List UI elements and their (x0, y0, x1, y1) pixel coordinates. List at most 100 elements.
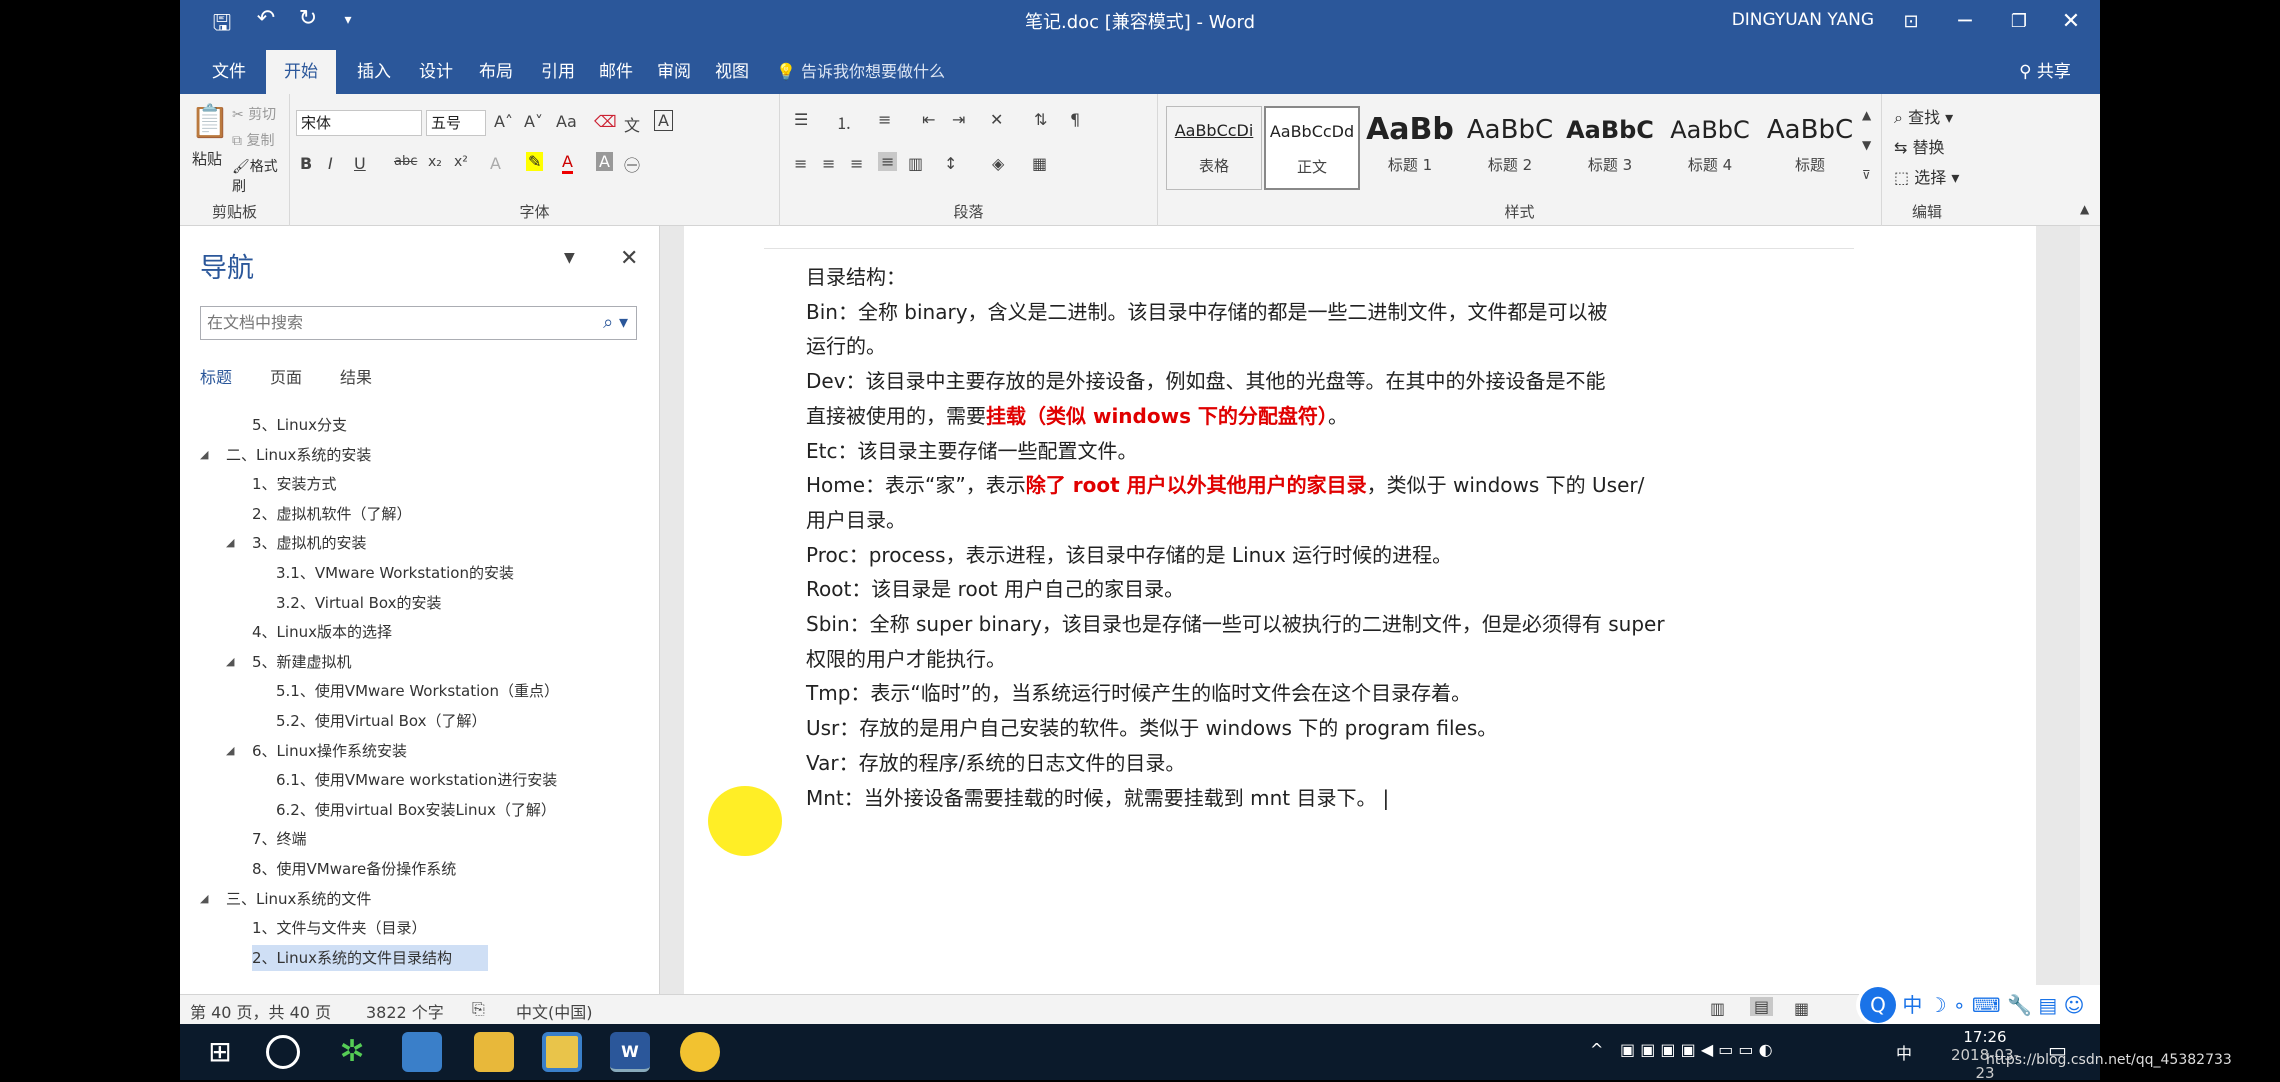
italic-icon[interactable]: I (328, 154, 333, 173)
punctuation-icon[interactable]: ∘ (1953, 993, 1966, 1017)
ftp-app-icon[interactable] (542, 1032, 582, 1072)
style-heading-3[interactable]: AaBbC 标题 3 (1562, 106, 1658, 190)
smile-icon[interactable]: ☺ (2064, 993, 2085, 1017)
chat-app-icon[interactable] (680, 1032, 720, 1072)
nav-item[interactable]: 2、虚拟机软件（了解） (252, 501, 412, 527)
text-effects-icon[interactable]: A (490, 154, 501, 173)
gear-app-icon[interactable]: ✲ (332, 1032, 372, 1072)
expand-triangle-icon[interactable]: ◢ (200, 886, 208, 912)
nav-item[interactable]: ◢ 3、虚拟机的安装 (226, 530, 367, 556)
char-shading-icon[interactable]: A (596, 152, 613, 171)
ime-mode-label[interactable]: 中 (1902, 993, 1922, 1017)
phonetic-guide-icon[interactable]: 文 (624, 112, 640, 136)
close-icon[interactable]: ✕ (2048, 4, 2094, 40)
nav-item[interactable]: 1、安装方式 (252, 471, 337, 497)
borders-icon[interactable]: ▦ (1032, 154, 1047, 173)
bullets-icon[interactable]: ☰ (794, 110, 808, 129)
read-mode-icon[interactable]: ▥ (1710, 999, 1725, 1018)
highlight-icon[interactable]: ✎ (526, 152, 544, 171)
nav-item[interactable]: 6.1、使用VMware workstation进行安装 (276, 767, 557, 793)
chinese-layout-icon[interactable]: ✕ (990, 110, 1003, 129)
line-spacing-icon[interactable]: ↕ (944, 154, 957, 173)
clock-app-icon[interactable] (266, 1035, 300, 1069)
show-marks-icon[interactable]: ¶ (1070, 110, 1080, 129)
ribbon-display-icon[interactable]: ⊡ (1888, 4, 1934, 40)
shading-icon[interactable]: ◈ (992, 154, 1004, 173)
nav-search-input[interactable]: 在文档中搜索 ⌕ ▾ (200, 306, 637, 340)
multilevel-list-icon[interactable]: ≡ (878, 110, 891, 129)
nav-options-icon[interactable]: ▼ (564, 250, 575, 266)
clear-format-icon[interactable]: ⌫ (594, 112, 617, 131)
restore-icon[interactable]: ❐ (1996, 4, 2042, 40)
proofing-icon[interactable]: ⎘ (472, 999, 485, 1019)
minimize-icon[interactable]: ─ (1942, 4, 1988, 40)
tab-file[interactable]: 文件 (194, 54, 264, 94)
paste-icon[interactable]: 📋 (190, 102, 230, 140)
wrench-icon[interactable]: 🔧 (2007, 993, 2032, 1017)
font-color-icon[interactable]: A (562, 152, 573, 174)
web-layout-icon[interactable]: ▦ (1794, 999, 1809, 1018)
moon-icon[interactable]: ☽ (1929, 993, 1947, 1017)
nav-item[interactable]: 2、Linux系统的文件目录结构 (252, 944, 488, 971)
document-page[interactable]: 目录结构： Bin：全称 binary，含义是二进制。该目录中存储的都是一些二进制… (684, 226, 2036, 994)
nav-item[interactable]: 8、使用VMware备份操作系统 (252, 856, 456, 882)
monitor-app-icon[interactable] (402, 1032, 442, 1072)
expand-triangle-icon[interactable]: ◢ (200, 442, 208, 468)
find-button[interactable]: ⌕ 查找 ▾ (1894, 104, 1953, 128)
ime-logo-icon[interactable]: Q (1860, 987, 1896, 1023)
tab-review[interactable]: 审阅 (644, 54, 704, 94)
nav-item[interactable]: 3.2、Virtual Box的安装 (276, 590, 442, 616)
styles-more-icon[interactable]: ⊽ (1862, 168, 1871, 182)
subscript-icon[interactable]: x₂ (428, 154, 442, 170)
tell-me-box[interactable]: 💡 告诉我你想要做什么 (776, 54, 945, 94)
expand-triangle-icon[interactable]: ◢ (226, 738, 234, 764)
tray-icons[interactable]: ▣ ▣ ▣ ▣ ◀ ▭ ▭ ◐ (1620, 1040, 1773, 1059)
nav-item[interactable]: ◢ 二、Linux系统的安装 (200, 442, 371, 468)
style-heading-2[interactable]: AaBbC 标题 2 (1462, 106, 1558, 190)
justify-icon[interactable]: ≡ (878, 152, 898, 171)
tray-expand-icon[interactable]: ^ (1590, 1040, 1603, 1059)
nav-item[interactable]: ◢ 6、Linux操作系统安装 (226, 738, 407, 764)
clipboard-icon[interactable]: ▤ (2038, 993, 2057, 1017)
copy-button[interactable]: ⧉ 复制 (232, 130, 274, 150)
keyboard-icon[interactable]: ⌨ (1972, 993, 2001, 1017)
increase-indent-icon[interactable]: ⇥ (952, 110, 965, 129)
sort-icon[interactable]: ⇅ (1034, 110, 1047, 129)
tab-layout[interactable]: 布局 (466, 54, 526, 94)
expand-triangle-icon[interactable]: ◢ (226, 649, 234, 675)
tab-mailings[interactable]: 邮件 (586, 54, 646, 94)
page-count[interactable]: 第 40 页，共 40 页 (190, 999, 331, 1023)
change-case-button[interactable]: Aa (556, 112, 577, 131)
style-heading-4[interactable]: AaBbC 标题 4 (1662, 106, 1758, 190)
strikethrough-icon[interactable]: abc (394, 154, 417, 169)
underline-icon[interactable]: U (354, 154, 366, 173)
styles-scroll-down-icon[interactable]: ▼ (1862, 138, 1871, 152)
font-size-combo[interactable]: 五号 (426, 110, 486, 136)
nav-item[interactable]: 7、终端 (252, 826, 307, 852)
font-name-combo[interactable]: 宋体 (296, 110, 422, 136)
select-button[interactable]: ⬚ 选择 ▾ (1894, 164, 1959, 188)
style-title[interactable]: AaBbC 标题 (1762, 106, 1858, 190)
nav-tab-results[interactable]: 结果 (340, 364, 372, 388)
replace-button[interactable]: ⇆ 替换 (1894, 134, 1945, 158)
numbering-icon[interactable]: ⒈ (836, 110, 852, 134)
format-painter-button[interactable]: 🖌格式刷 (232, 156, 289, 196)
nav-item[interactable]: 5、Linux分支 (252, 412, 347, 438)
decrease-indent-icon[interactable]: ⇤ (922, 110, 935, 129)
share-button[interactable]: ⚲ 共享 (2010, 54, 2080, 94)
word-app-icon[interactable]: W (610, 1032, 650, 1072)
nav-item[interactable]: 5.2、使用Virtual Box（了解） (276, 708, 487, 734)
superscript-icon[interactable]: x² (454, 154, 468, 170)
print-layout-icon[interactable]: ▤ (1750, 997, 1774, 1016)
distributed-icon[interactable]: ▥ (908, 154, 923, 173)
nav-item[interactable]: 1、文件与文件夹（目录） (252, 915, 427, 941)
ime-indicator[interactable]: 中 (1896, 1040, 1912, 1064)
nav-item[interactable]: ◢ 三、Linux系统的文件 (200, 886, 371, 912)
bold-icon[interactable]: B (300, 154, 312, 173)
nav-item[interactable]: 4、Linux版本的选择 (252, 619, 392, 645)
style-heading-1[interactable]: AaBb 标题 1 (1362, 106, 1458, 190)
collapse-ribbon-icon[interactable]: ▲ (2080, 202, 2089, 216)
nav-item[interactable]: 5.1、使用VMware Workstation（重点） (276, 678, 559, 704)
tab-references[interactable]: 引用 (528, 54, 588, 94)
nav-item[interactable]: 6.2、使用virtual Box安装Linux（了解） (276, 797, 556, 823)
